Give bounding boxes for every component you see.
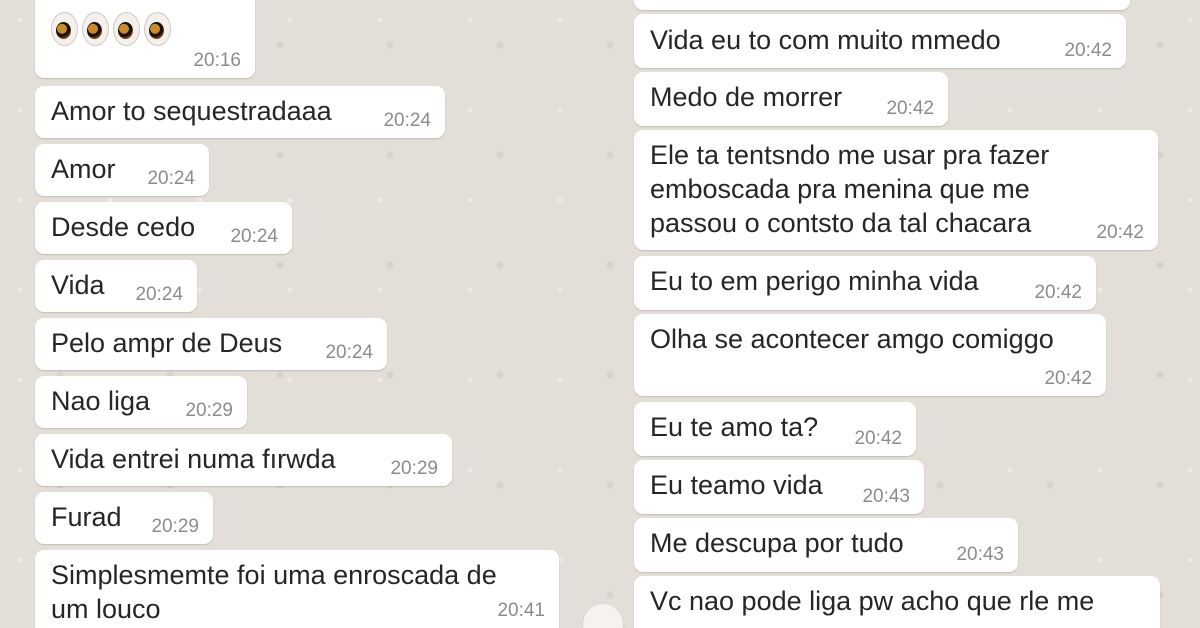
chat-column-right: Vida eu to com muito mmedo 20:42 Medo de… <box>590 0 1170 628</box>
message-time: 20:41 <box>497 600 545 621</box>
message-time: 20:42 <box>1096 222 1144 243</box>
message-bubble[interactable]: Eu teamo vida 20:43 <box>634 460 924 514</box>
message-time: 20:24 <box>383 110 431 131</box>
message-time: 20:42 <box>1064 40 1112 61</box>
message-bubble[interactable]: Furad 20:29 <box>35 492 213 544</box>
message-time: 20:29 <box>151 516 199 537</box>
message-bubble[interactable]: Amor to sequestradaaa 20:24 <box>35 86 445 138</box>
message-text: Olha se acontecer amgo comiggo <box>650 324 1054 354</box>
message-time: 20:42 <box>886 98 934 119</box>
message-time: 20:42 <box>1034 282 1082 303</box>
message-bubble[interactable] <box>634 0 1130 10</box>
message-bubble[interactable]: Olha se acontecer amgo comiggo 20:42 <box>634 314 1106 396</box>
message-text: Me descupa por tudo <box>650 528 904 558</box>
message-bubble[interactable]: Eu te amo ta? 20:42 <box>634 402 916 456</box>
message-text: Eu to em perigo minha vida <box>650 266 979 296</box>
message-bubble[interactable]: Vc nao pode liga pw acho que rle me <box>634 576 1160 628</box>
message-bubble[interactable]: Ele ta tentsndo me usar pra fazer embosc… <box>634 130 1158 250</box>
eyes-emoji-row <box>51 12 239 46</box>
message-bubble[interactable]: Vida eu to com muito mmedo 20:42 <box>634 14 1126 68</box>
eyes-emoji <box>51 12 78 46</box>
message-bubble[interactable]: Pelo ampr de Deus 20:24 <box>35 318 387 370</box>
message-text: Ele ta tentsndo me usar pra fazer embosc… <box>650 140 1050 238</box>
message-time: 20:42 <box>854 428 902 449</box>
message-time: 20:29 <box>390 458 438 479</box>
chat-column-left: 20:16 Amor to sequestradaaa 20:24 Amor 2… <box>0 0 580 628</box>
message-time: 20:24 <box>325 342 373 363</box>
message-bubble[interactable]: Eu to em perigo minha vida 20:42 <box>634 256 1096 310</box>
message-time: 20:16 <box>193 50 241 71</box>
message-text: Amor to sequestradaaa <box>51 96 332 126</box>
message-time: 20:24 <box>230 226 278 247</box>
message-time: 20:24 <box>147 168 195 189</box>
message-bubble[interactable]: Medo de morrer 20:42 <box>634 72 948 126</box>
message-bubble[interactable]: Nao liga 20:29 <box>35 376 247 428</box>
message-text: Pelo ampr de Deus <box>51 328 283 358</box>
message-text: Vida entrei numa fırwda <box>51 444 336 474</box>
message-time: 20:43 <box>956 544 1004 565</box>
message-text: Simplesmemte foi uma enroscada de um lou… <box>51 560 497 624</box>
eyes-emoji <box>144 12 171 46</box>
message-bubble[interactable]: Desde cedo 20:24 <box>35 202 292 254</box>
message-time: 20:43 <box>862 486 910 507</box>
message-time: 20:24 <box>135 284 183 305</box>
message-bubble[interactable]: Amor 20:24 <box>35 144 209 196</box>
eyes-emoji <box>113 12 140 46</box>
message-bubble[interactable]: Vida entrei numa fırwda 20:29 <box>35 434 452 486</box>
message-bubble[interactable]: 20:16 <box>35 0 255 78</box>
message-text: Vida eu to com muito mmedo <box>650 25 1001 55</box>
message-bubble[interactable]: Vida 20:24 <box>35 260 197 312</box>
message-bubble[interactable]: Me descupa por tudo 20:43 <box>634 518 1018 572</box>
message-time: 20:42 <box>1044 368 1092 389</box>
message-bubble[interactable]: Simplesmemte foi uma enroscada de um lou… <box>35 550 559 628</box>
eyes-emoji <box>82 12 109 46</box>
message-text: Vc nao pode liga pw acho que rle me <box>650 586 1095 616</box>
message-time: 20:29 <box>185 400 233 421</box>
